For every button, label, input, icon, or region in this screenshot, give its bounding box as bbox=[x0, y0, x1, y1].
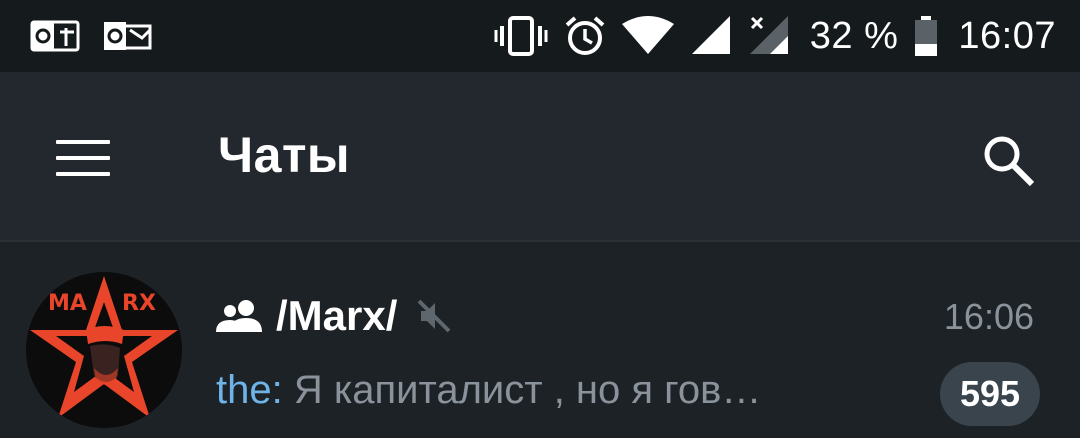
chat-name: /Marx/ bbox=[276, 292, 398, 339]
outlook-mail-icon bbox=[104, 22, 152, 50]
status-bar: 32 % 16:07 bbox=[0, 0, 1080, 72]
preview-text: Я капиталист , но я гов… bbox=[282, 368, 762, 412]
battery-icon bbox=[915, 16, 938, 56]
status-bar-right: 32 % 16:07 bbox=[478, 0, 1056, 72]
group-icon bbox=[216, 300, 262, 332]
avatar: MA RX bbox=[26, 272, 182, 428]
signal-no-data-icon bbox=[749, 16, 788, 54]
app-bar: Чаты bbox=[0, 72, 1080, 242]
vibrate-icon bbox=[494, 16, 548, 56]
mute-icon bbox=[417, 299, 451, 333]
search-icon[interactable] bbox=[980, 132, 1036, 188]
chat-list-item[interactable]: MA RX /Marx/ 16:06 the: Я капиталист , н… bbox=[0, 242, 1080, 438]
outlook-icon bbox=[30, 20, 80, 52]
status-time: 16:07 bbox=[958, 14, 1056, 57]
unread-badge: 595 bbox=[940, 362, 1040, 426]
alarm-icon bbox=[565, 16, 605, 55]
hamburger-menu-icon[interactable] bbox=[56, 140, 110, 178]
signal-icon bbox=[691, 16, 730, 54]
battery-percent: 32 % bbox=[809, 14, 899, 57]
wifi-icon bbox=[621, 16, 674, 54]
svg-text:MA: MA bbox=[48, 291, 87, 316]
chat-time: 16:06 bbox=[943, 296, 1034, 337]
preview-sender: the: bbox=[216, 368, 283, 412]
chat-title-row: /Marx/ bbox=[216, 288, 451, 344]
svg-text:RX: RX bbox=[122, 291, 156, 316]
chat-preview: the: Я капиталист , но я гов… bbox=[216, 368, 761, 413]
page-title: Чаты bbox=[218, 127, 351, 183]
